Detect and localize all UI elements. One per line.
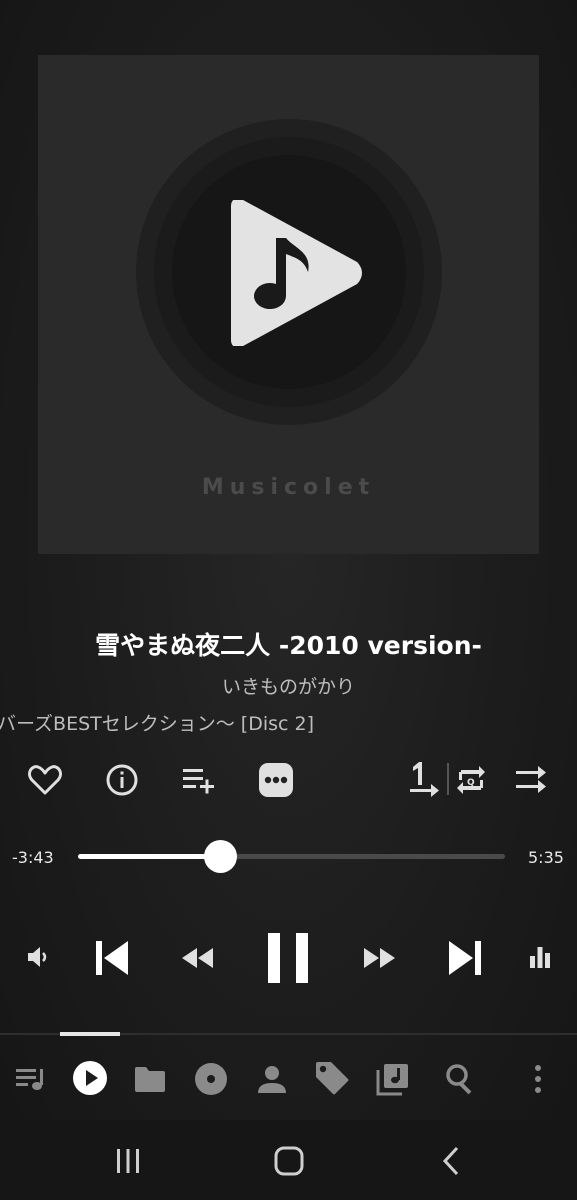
sequential-arrows-icon xyxy=(516,766,546,793)
nav-playlists[interactable] xyxy=(374,1060,412,1098)
folder-icon xyxy=(135,1067,165,1092)
queue-icon xyxy=(16,1069,43,1090)
home-icon xyxy=(274,1146,304,1176)
playlist-library-icon xyxy=(376,1064,408,1096)
nav-albums[interactable] xyxy=(192,1060,230,1098)
nav-more[interactable] xyxy=(524,1060,552,1098)
heart-outline-icon xyxy=(28,765,62,795)
musicolet-logo-icon xyxy=(231,200,362,346)
rewind-button[interactable] xyxy=(178,942,216,974)
album-art[interactable]: Musicolet xyxy=(38,55,539,554)
nav-artists[interactable] xyxy=(253,1060,291,1098)
nav-now-playing[interactable] xyxy=(70,1058,110,1098)
rewind-icon xyxy=(182,948,213,968)
pause-icon xyxy=(268,933,308,983)
nav-search[interactable] xyxy=(442,1060,480,1098)
playlist-add-icon xyxy=(183,769,214,794)
fast-forward-button[interactable] xyxy=(361,942,399,974)
play-one-then-next-icon xyxy=(410,762,439,797)
track-album-text: ンバーズBESTセレクション〜 [Disc 2] xyxy=(0,713,315,735)
play-pause-button[interactable] xyxy=(262,928,314,988)
play-order-button[interactable] xyxy=(406,758,442,798)
bottom-nav-active-indicator xyxy=(60,1032,120,1036)
artist-person-icon xyxy=(258,1066,286,1093)
previous-button[interactable] xyxy=(90,936,134,980)
tag-icon xyxy=(316,1062,349,1095)
volume-icon xyxy=(28,947,47,967)
system-home-button[interactable] xyxy=(268,1142,310,1180)
favorite-button[interactable] xyxy=(24,760,66,800)
info-circle-icon xyxy=(106,764,138,796)
repeat-queue-icon: Q xyxy=(457,766,485,794)
skip-previous-icon xyxy=(96,941,128,975)
sequential-order-button[interactable] xyxy=(513,760,549,800)
nav-queue[interactable] xyxy=(12,1060,50,1098)
more-vertical-icon xyxy=(535,1065,541,1093)
fast-forward-icon xyxy=(364,948,395,968)
repeat-button[interactable]: Q xyxy=(453,760,489,800)
track-artist[interactable]: いきものがかり xyxy=(0,672,577,699)
nav-tags[interactable] xyxy=(312,1058,352,1098)
equalizer-icon xyxy=(530,947,550,968)
next-button[interactable] xyxy=(443,936,487,980)
action-divider xyxy=(447,763,449,795)
skip-next-icon xyxy=(449,941,481,975)
volume-button[interactable] xyxy=(20,940,54,974)
system-back-button[interactable] xyxy=(432,1142,470,1180)
elapsed-time: -3:43 xyxy=(12,848,54,867)
svg-text:Q: Q xyxy=(467,778,475,788)
info-button[interactable] xyxy=(101,760,143,800)
seek-bar-thumb[interactable] xyxy=(204,840,237,873)
track-album[interactable]: ンバーズBESTセレクション〜 [Disc 2] xyxy=(0,709,400,736)
recents-icon xyxy=(117,1149,139,1173)
back-chevron-icon xyxy=(442,1146,459,1176)
more-options-button[interactable] xyxy=(256,760,296,800)
system-recents-button[interactable] xyxy=(108,1142,148,1180)
play-circle-icon xyxy=(73,1061,107,1095)
search-icon xyxy=(446,1064,472,1095)
nav-folders[interactable] xyxy=(131,1060,169,1098)
track-title: 雪やまぬ夜二人 -2010 version- xyxy=(95,631,482,660)
total-time[interactable]: 5:35 xyxy=(528,848,564,867)
seek-bar-progress xyxy=(78,854,221,859)
equalizer-button[interactable] xyxy=(524,940,556,974)
more-horizontal-icon xyxy=(259,763,293,797)
album-disc-icon xyxy=(195,1063,227,1095)
brand-watermark: Musicolet xyxy=(201,475,376,500)
add-to-playlist-button[interactable] xyxy=(177,760,221,800)
